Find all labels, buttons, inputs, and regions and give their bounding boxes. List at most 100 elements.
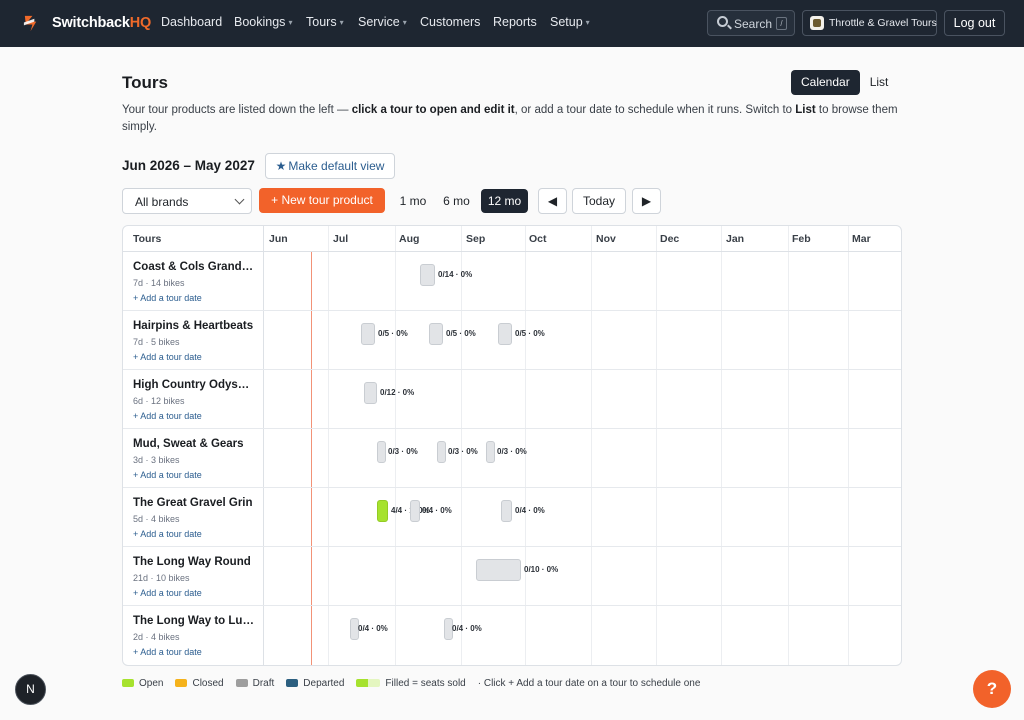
swatch-filled (356, 679, 381, 687)
legend-draft: Draft (235, 678, 274, 689)
brand[interactable]: SwitchbackHQ (22, 13, 151, 33)
prev-period-button[interactable]: ◀ (538, 188, 567, 214)
range-12mo-button[interactable]: 12 mo (481, 189, 528, 213)
view-toggle: Calendar List (791, 70, 898, 95)
switchback-logo-icon (23, 15, 37, 31)
search-icon (717, 16, 728, 27)
org-logo-icon (810, 16, 824, 30)
page-title: Tours (122, 73, 168, 92)
month-label: Jan (726, 233, 745, 245)
help-button[interactable]: ? (973, 670, 1011, 708)
tour-date-bar[interactable] (437, 441, 446, 463)
add-tour-date-link[interactable]: + Add a tour date (133, 293, 202, 303)
tour-meta: 5d · 4 bikes (133, 514, 180, 524)
add-tour-date-link[interactable]: + Add a tour date (133, 470, 202, 480)
nav-customers[interactable]: Customers (420, 15, 480, 29)
tab-calendar[interactable]: Calendar (791, 70, 860, 95)
month-label: Feb (792, 233, 811, 245)
tour-row: The Great Gravel Grin 5d · 4 bikes + Add… (123, 488, 901, 547)
tour-date-bar[interactable] (361, 323, 375, 345)
tour-date-label: 0/5 · 0% (378, 329, 408, 338)
intro-text: Your tour products are listed down the l… (122, 104, 898, 133)
new-tour-product-button[interactable]: + New tour product (259, 188, 385, 213)
month-label: Nov (596, 233, 616, 245)
tour-row: The Long Way Round 21d · 10 bikes + Add … (123, 547, 901, 606)
add-tour-date-link[interactable]: + Add a tour date (133, 411, 202, 421)
add-tour-date-link[interactable]: + Add a tour date (133, 352, 202, 362)
next-period-button[interactable]: ▶ (632, 188, 661, 214)
tour-date-bar[interactable] (498, 323, 512, 345)
tour-date-bar[interactable] (501, 500, 512, 522)
nav-reports[interactable]: Reports (493, 15, 537, 29)
tour-name-link[interactable]: Hairpins & Heartbeats (133, 320, 255, 332)
nav-setup[interactable]: Setup ▾ (550, 15, 590, 29)
tour-date-bar[interactable] (420, 264, 435, 286)
swatch-draft (235, 679, 248, 687)
calendar-header: Tours Jun Jul Aug Sep Oct Nov Dec Jan Fe… (123, 226, 901, 252)
tours-column-header: Tours (133, 233, 162, 245)
tour-row: High Country Odyssey 6d · 12 bikes + Add… (123, 370, 901, 429)
month-label: Jun (269, 233, 288, 245)
tour-date-bar[interactable] (486, 441, 495, 463)
tour-date-bar[interactable] (429, 323, 443, 345)
top-nav: SwitchbackHQ Dashboard Bookings ▾ Tours ▾ … (0, 0, 1024, 47)
tour-date-bar[interactable] (410, 500, 420, 522)
nav-service[interactable]: Service ▾ (358, 15, 407, 29)
add-tour-date-link[interactable]: + Add a tour date (133, 588, 202, 598)
dev-tools-badge[interactable]: N (15, 674, 46, 705)
tour-name-link[interactable]: Coast & Cols Grand Tour (133, 261, 255, 273)
search-label: Search (734, 17, 773, 31)
tour-name-link[interactable]: High Country Odyssey (133, 379, 255, 391)
logout-button[interactable]: Log out (944, 10, 1005, 36)
brand-name: SwitchbackHQ (52, 15, 152, 31)
make-default-view-button[interactable]: ★ Make default view (265, 153, 395, 179)
legend-closed: Closed (175, 678, 224, 689)
legend-hint: · Click + Add a tour date on a tour to s… (477, 677, 701, 689)
range-6mo-button[interactable]: 6 mo (438, 189, 475, 213)
legend-departed: Departed (286, 678, 344, 689)
tour-meta: 21d · 10 bikes (133, 573, 190, 583)
search-button[interactable]: Search / (707, 10, 795, 36)
tour-date-bar-open[interactable] (377, 500, 388, 522)
nav-dashboard[interactable]: Dashboard (161, 15, 222, 29)
add-tour-date-link[interactable]: + Add a tour date (133, 529, 202, 539)
month-label: Oct (529, 233, 547, 245)
caret-down-icon: ▾ (585, 18, 590, 27)
tour-name-link[interactable]: The Long Way Round (133, 556, 255, 568)
legend-filled: Filled = seats sold (356, 678, 466, 689)
today-button[interactable]: Today (572, 188, 626, 214)
tour-meta: 7d · 14 bikes (133, 278, 185, 288)
month-label: Dec (660, 233, 680, 245)
org-name: Throttle & Gravel Tours (829, 17, 937, 29)
month-label: Sep (466, 233, 486, 245)
triangle-left-icon: ◀ (547, 194, 558, 208)
tour-date-label: 0/5 · 0% (446, 329, 476, 338)
tour-date-label: 0/14 · 0% (438, 270, 473, 279)
month-label: Aug (399, 233, 420, 245)
tour-date-bar[interactable] (476, 559, 521, 581)
tour-row: Hairpins & Heartbeats 7d · 5 bikes + Add… (123, 311, 901, 370)
nav-tours[interactable]: Tours ▾ (306, 15, 344, 29)
tour-date-label: 0/5 · 0% (515, 329, 545, 338)
tour-calendar: Tours Jun Jul Aug Sep Oct Nov Dec Jan Fe… (122, 225, 902, 666)
tour-name-link[interactable]: Mud, Sweat & Gears (133, 438, 255, 450)
triangle-right-icon: ▶ (641, 194, 652, 208)
tour-name-link[interactable]: The Long Way to Lunch (133, 615, 255, 627)
tour-date-label: 0/3 · 0% (448, 447, 478, 456)
tour-date-bar[interactable] (377, 441, 386, 463)
org-switcher[interactable]: Throttle & Gravel Tours (802, 10, 937, 36)
tour-date-label: 0/10 · 0% (524, 565, 559, 574)
tour-date-bar[interactable] (364, 382, 377, 404)
range-1mo-button[interactable]: 1 mo (395, 189, 431, 213)
tour-name-link[interactable]: The Great Gravel Grin (133, 497, 255, 509)
nav-bookings[interactable]: Bookings ▾ (234, 15, 292, 29)
tour-row: The Long Way to Lunch 2d · 4 bikes + Add… (123, 606, 901, 665)
brand-filter-select[interactable]: All brands (122, 188, 252, 214)
tab-list[interactable]: List (860, 70, 899, 95)
tour-date-label: 0/4 · 0% (422, 506, 452, 515)
swatch-closed (175, 679, 188, 687)
tour-meta: 2d · 4 bikes (133, 632, 180, 642)
caret-down-icon: ▾ (339, 18, 344, 27)
legend-open: Open (122, 678, 163, 689)
add-tour-date-link[interactable]: + Add a tour date (133, 647, 202, 657)
